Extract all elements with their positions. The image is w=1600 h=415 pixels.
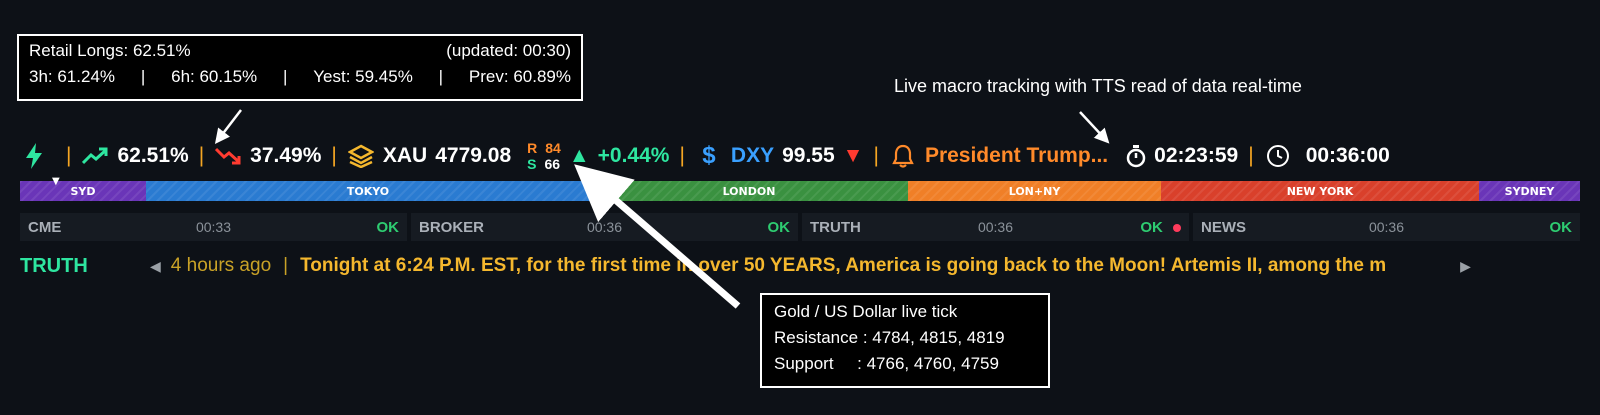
gold-arrow: [574, 164, 741, 309]
macro-arrow: [1079, 111, 1110, 144]
annotation-arrows: [214, 109, 1110, 309]
retail-arrow: [214, 109, 242, 144]
